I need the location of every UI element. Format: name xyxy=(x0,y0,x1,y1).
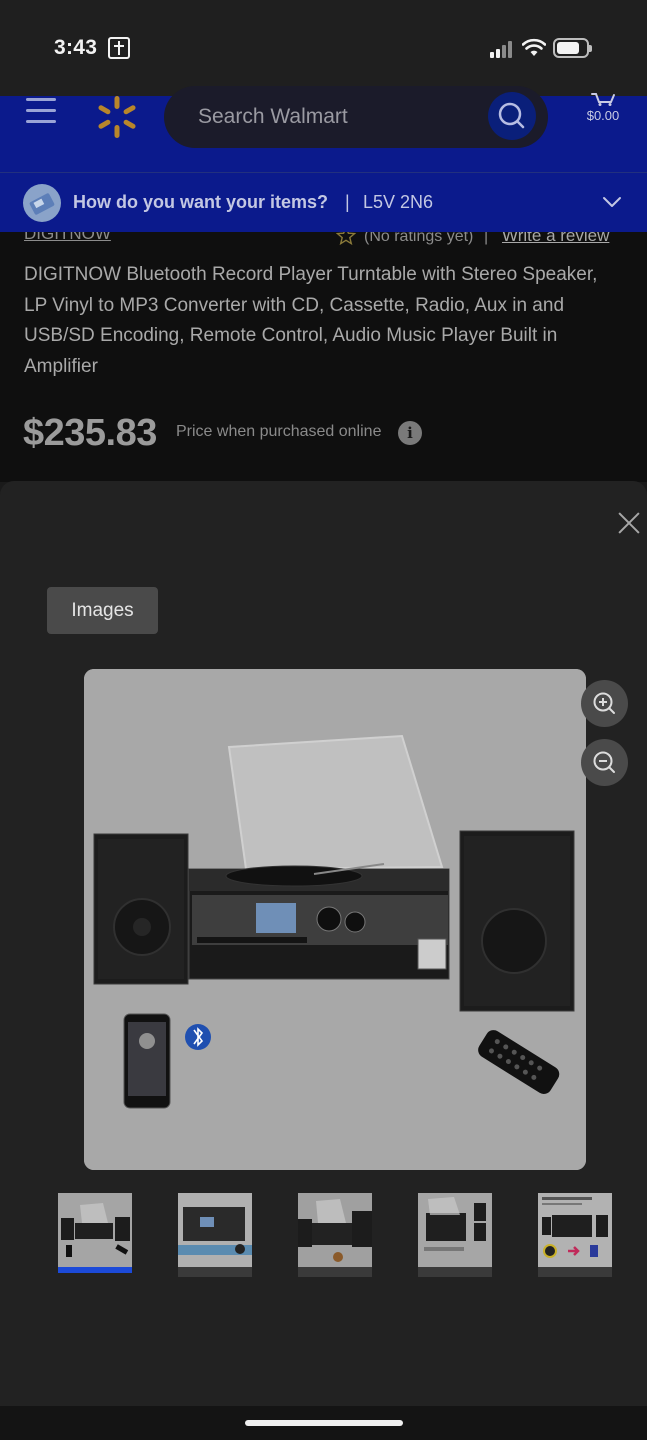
status-bar: 3:43 xyxy=(0,0,647,96)
hamburger-menu-icon[interactable] xyxy=(26,98,56,124)
zoom-out-button[interactable] xyxy=(581,739,628,786)
product-page: 3:43 Search Walmart $0.00 How do you wan… xyxy=(0,0,647,1440)
thumbnail-strip xyxy=(0,1191,647,1281)
thumbnail-image xyxy=(178,1193,252,1267)
tab-images[interactable]: Images xyxy=(47,587,158,634)
walmart-spark-icon[interactable] xyxy=(96,96,138,138)
wifi-icon xyxy=(522,38,546,56)
thumbnail-4[interactable] xyxy=(418,1193,492,1277)
price-note: Price when purchased online xyxy=(176,423,382,440)
zoom-out-icon xyxy=(593,751,615,773)
status-time: 3:43 xyxy=(54,36,98,59)
fulfillment-question: How do you want your items? xyxy=(73,192,329,212)
fulfillment-location-bar[interactable]: How do you want your items? | L5V 2N6 xyxy=(0,172,647,232)
thumbnail-indicator xyxy=(298,1267,372,1277)
cellular-signal-icon xyxy=(490,40,516,58)
thumbnail-image xyxy=(538,1193,612,1267)
search-button[interactable] xyxy=(488,92,536,140)
search-bar[interactable] xyxy=(164,86,548,148)
product-title: DIGITNOW Bluetooth Record Player Turntab… xyxy=(24,264,598,377)
write-review-link[interactable]: Write a review xyxy=(502,232,609,246)
thumbnail-indicator xyxy=(58,1267,132,1273)
walmart-header: $0.00 xyxy=(0,86,647,172)
cart-total: $0.00 xyxy=(586,108,620,123)
thumbnail-image xyxy=(418,1193,492,1267)
thumbnail-5[interactable] xyxy=(538,1193,612,1277)
thumbnail-image xyxy=(58,1193,132,1267)
star-icon xyxy=(336,232,356,246)
zoom-in-icon xyxy=(593,692,615,714)
thumbnail-2[interactable] xyxy=(178,1193,252,1277)
chevron-down-icon[interactable] xyxy=(602,195,622,209)
thumbnail-indicator xyxy=(178,1267,252,1277)
home-indicator[interactable] xyxy=(245,1420,403,1426)
battery-icon xyxy=(553,38,592,58)
location-divider: | xyxy=(345,192,350,212)
postal-code: L5V 2N6 xyxy=(363,192,434,212)
thumbnail-indicator xyxy=(538,1267,612,1277)
fulfillment-icon xyxy=(23,184,61,222)
cart-button[interactable]: $0.00 xyxy=(578,92,628,132)
product-price: $235.83 xyxy=(23,412,157,454)
thumbnail-3[interactable] xyxy=(298,1193,372,1277)
rating-divider: | xyxy=(484,232,489,245)
search-input[interactable] xyxy=(198,103,478,131)
cart-icon xyxy=(591,93,615,106)
product-info: DIGITNOW (No ratings yet) | Write a revi… xyxy=(0,232,647,482)
search-icon xyxy=(498,102,525,129)
info-icon[interactable]: i xyxy=(398,421,422,445)
rating-text: (No ratings yet) xyxy=(364,232,474,245)
thumbnail-1[interactable] xyxy=(58,1193,132,1277)
zoom-in-button[interactable] xyxy=(581,680,628,727)
brand-link[interactable]: DIGITNOW xyxy=(24,232,111,244)
bible-app-icon xyxy=(108,37,130,59)
image-gallery-modal: Images xyxy=(0,481,647,1406)
close-icon[interactable] xyxy=(614,508,644,538)
main-product-image[interactable] xyxy=(84,669,586,1170)
home-indicator-area xyxy=(0,1406,647,1440)
turntable-image xyxy=(84,669,586,1170)
thumbnail-image xyxy=(298,1193,372,1267)
thumbnail-indicator xyxy=(418,1267,492,1277)
